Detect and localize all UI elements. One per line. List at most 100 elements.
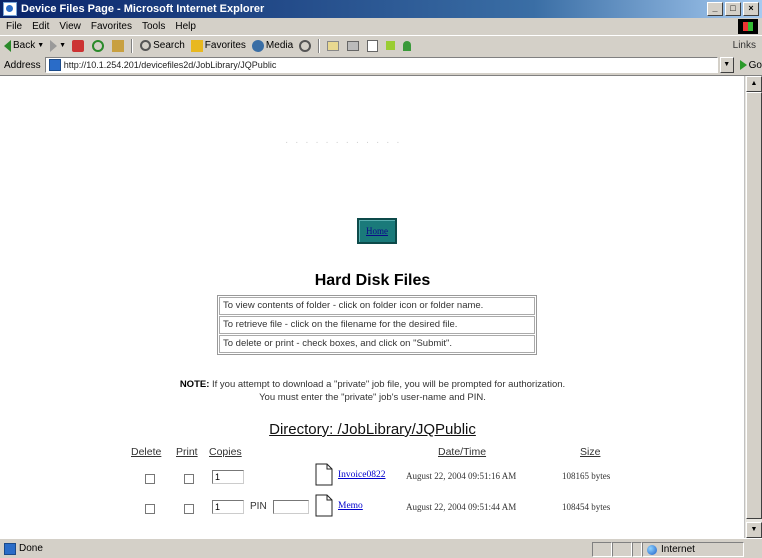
- file-size: 108454 bytes: [562, 502, 611, 512]
- menu-view[interactable]: View: [59, 21, 81, 32]
- home-icon: [112, 39, 125, 52]
- go-button[interactable]: Go: [739, 59, 762, 71]
- history-button[interactable]: [299, 39, 313, 52]
- search-icon: [140, 40, 152, 51]
- zone-label: Internet: [661, 544, 695, 555]
- favorites-star-icon: [190, 39, 203, 52]
- faint-header-text: · · · · · · · · · · · ·: [285, 137, 402, 148]
- minimize-button[interactable]: _: [707, 2, 723, 16]
- media-icon: [251, 39, 264, 52]
- media-button[interactable]: Media: [251, 39, 294, 52]
- go-arrow-icon: [739, 60, 747, 70]
- copies-input[interactable]: 1: [212, 470, 244, 484]
- history-icon: [299, 39, 312, 52]
- scroll-down-button[interactable]: ▼: [746, 522, 762, 538]
- header-datetime: Date/Time: [438, 446, 487, 458]
- standard-toolbar: Back ▼ ▼ Search Favorites Media Links: [0, 35, 762, 56]
- instruction-row: To view contents of folder - click on fo…: [219, 297, 535, 315]
- favorites-button[interactable]: Favorites: [190, 39, 246, 52]
- header-delete: Delete: [131, 446, 162, 458]
- menu-tools[interactable]: Tools: [142, 21, 165, 32]
- back-label: Back: [13, 40, 36, 51]
- header-size: Size: [580, 446, 601, 458]
- pin-input[interactable]: [273, 500, 309, 514]
- messenger-button[interactable]: [403, 40, 413, 51]
- header-copies: Copies: [209, 446, 242, 458]
- print-checkbox[interactable]: [184, 504, 194, 514]
- edit-page-icon: [367, 39, 379, 52]
- edit-button[interactable]: [367, 39, 380, 52]
- note-text-1: If you attempt to download a "private" j…: [212, 379, 566, 390]
- home-toolbar-button[interactable]: [112, 39, 126, 52]
- favorites-label: Favorites: [204, 40, 246, 51]
- scroll-up-button[interactable]: ▲: [746, 76, 762, 92]
- file-datetime: August 22, 2004 09:51:16 AM: [406, 471, 517, 481]
- copies-input[interactable]: 1: [212, 500, 244, 514]
- close-button[interactable]: ×: [743, 2, 759, 16]
- delete-checkbox[interactable]: [145, 504, 155, 514]
- file-link[interactable]: Memo: [338, 501, 363, 511]
- back-button[interactable]: Back ▼: [4, 39, 44, 52]
- menu-help[interactable]: Help: [175, 21, 196, 32]
- media-label: Media: [265, 40, 294, 51]
- links-label[interactable]: Links: [733, 40, 756, 51]
- search-button[interactable]: Search: [140, 40, 185, 51]
- vertical-scrollbar[interactable]: ▲ ▼: [744, 76, 762, 538]
- file-datetime: August 22, 2004 09:51:44 AM: [406, 502, 517, 512]
- header-print: Print: [176, 446, 198, 458]
- home-button[interactable]: Home: [357, 218, 397, 244]
- toolbar-separator: [318, 38, 321, 53]
- status-bar: Done Internet: [0, 538, 762, 558]
- status-panel: [592, 542, 612, 557]
- file-icon[interactable]: [315, 494, 333, 517]
- menu-bar: File Edit View Favorites Tools Help: [0, 18, 762, 35]
- mail-button[interactable]: [327, 40, 341, 51]
- forward-button[interactable]: ▼: [50, 39, 66, 52]
- address-input[interactable]: http://10.1.254.201/devicefiles2d/JobLib…: [44, 57, 718, 73]
- maximize-button[interactable]: □: [725, 2, 741, 16]
- window-title: Device Files Page - Microsoft Internet E…: [21, 3, 265, 15]
- stop-button[interactable]: [72, 39, 86, 52]
- address-dropdown-button[interactable]: ▼: [719, 57, 734, 73]
- status-text: Done: [19, 543, 43, 554]
- menu-favorites[interactable]: Favorites: [91, 21, 132, 32]
- stop-icon: [72, 39, 85, 52]
- file-icon[interactable]: [315, 463, 333, 486]
- delete-checkbox[interactable]: [145, 474, 155, 484]
- discuss-button[interactable]: [386, 41, 397, 50]
- print-checkbox[interactable]: [184, 474, 194, 484]
- status-panel: [632, 542, 642, 557]
- internet-globe-icon: [647, 544, 657, 555]
- refresh-icon: [92, 39, 105, 52]
- file-link[interactable]: Invoice0822: [338, 470, 386, 480]
- address-bar: Address http://10.1.254.201/devicefiles2…: [0, 55, 762, 76]
- instruction-row: To delete or print - check boxes, and cl…: [219, 335, 535, 353]
- page-icon: [48, 59, 61, 71]
- pin-label: PIN: [250, 501, 267, 512]
- scroll-thumb[interactable]: [746, 92, 762, 519]
- instruction-row: To retrieve file - click on the filename…: [219, 316, 535, 334]
- status-panel: [612, 542, 632, 557]
- directory-path: Directory: /JobLibrary/JQPublic: [269, 421, 476, 438]
- ie-app-icon[interactable]: [3, 2, 17, 16]
- go-label: Go: [748, 59, 762, 71]
- refresh-button[interactable]: [92, 39, 106, 52]
- file-size: 108165 bytes: [562, 471, 611, 481]
- windows-logo-icon: [738, 19, 758, 34]
- note-block: NOTE: If you attempt to download a "priv…: [0, 378, 745, 404]
- menu-file[interactable]: File: [6, 21, 22, 32]
- print-button[interactable]: [347, 40, 361, 51]
- security-zone: Internet: [642, 542, 744, 557]
- window-controls: _ □ ×: [707, 2, 759, 16]
- toolbar-separator: [131, 38, 134, 53]
- forward-arrow-icon: [50, 39, 58, 52]
- address-label: Address: [4, 59, 41, 71]
- instructions-table: To view contents of folder - click on fo…: [217, 295, 537, 355]
- messenger-icon: [403, 40, 412, 51]
- printer-icon: [347, 40, 360, 51]
- menu-edit[interactable]: Edit: [32, 21, 49, 32]
- title-bar: Device Files Page - Microsoft Internet E…: [0, 0, 762, 18]
- note-line-2: You must enter the "private" job's user-…: [259, 392, 486, 403]
- page-title: Hard Disk Files: [314, 272, 431, 289]
- note-label: NOTE:: [179, 379, 210, 390]
